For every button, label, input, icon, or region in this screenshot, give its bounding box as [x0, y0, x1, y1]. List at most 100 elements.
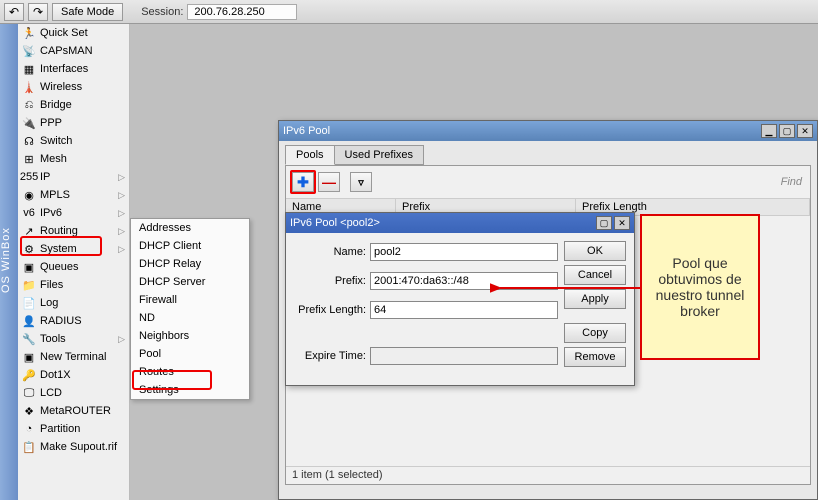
sidebar-item-label: IPv6	[40, 207, 62, 219]
name-input[interactable]	[370, 243, 558, 261]
vertical-brand-label: OS WinBox	[0, 24, 18, 500]
chevron-right-icon: ▷	[118, 190, 125, 201]
sidebar-item-switch[interactable]: ☊Switch	[18, 132, 129, 150]
sidebar-item-routing[interactable]: ↗Routing▷	[18, 222, 129, 240]
session-ip: 200.76.28.250	[187, 4, 297, 20]
sidebar-item-wireless[interactable]: 🗼 Wireless	[18, 78, 129, 96]
remove-button[interactable]: —	[318, 172, 340, 192]
prefix-label: Prefix:	[294, 275, 370, 287]
sidebar-item-ipv6[interactable]: v6IPv6▷	[18, 204, 129, 222]
sidebar-item-interfaces[interactable]: ▦Interfaces	[18, 60, 129, 78]
highlight-add: ✚	[290, 170, 316, 194]
sidebar-icon: ⎌	[22, 98, 36, 112]
sidebar-item-bridge[interactable]: ⎌Bridge	[18, 96, 129, 114]
sidebar-item-partition[interactable]: ◔ Partition	[18, 420, 129, 438]
sidebar-item-mesh[interactable]: ⊞ Mesh	[18, 150, 129, 168]
remove-pool-button[interactable]: Remove	[564, 347, 626, 367]
find-label[interactable]: Find	[781, 176, 806, 188]
ok-button[interactable]: OK	[564, 241, 626, 261]
prefix-input[interactable]	[370, 272, 558, 290]
form-area: Name: Prefix: Prefix Length: Expire Time…	[286, 233, 634, 375]
tab-used-prefixes[interactable]: Used Prefixes	[334, 145, 424, 165]
sidebar-item-capsman[interactable]: 📡 CAPsMAN	[18, 42, 129, 60]
sidebar-item-new-terminal[interactable]: ▣New Terminal	[18, 348, 129, 366]
prefix-length-input[interactable]	[370, 301, 558, 319]
dialog-close-button[interactable]: ✕	[614, 216, 630, 230]
sidebar-item-log[interactable]: 📄Log	[18, 294, 129, 312]
sidebar-item-label: System	[40, 243, 77, 255]
submenu-item-settings[interactable]: Settings	[131, 381, 249, 399]
submenu-item-pool[interactable]: Pool	[131, 345, 249, 363]
submenu-item-nd[interactable]: ND	[131, 309, 249, 327]
sidebar-item-radius[interactable]: 👤RADIUS	[18, 312, 129, 330]
sidebar-icon: v6	[22, 206, 36, 220]
sidebar-icon: 255	[22, 170, 36, 184]
undo-button[interactable]: ↶	[4, 3, 24, 21]
submenu-item-firewall[interactable]: Firewall	[131, 291, 249, 309]
status-bar: 1 item (1 selected)	[286, 466, 810, 484]
window-titlebar[interactable]: IPv6 Pool ▁ ▢ ✕	[279, 121, 817, 141]
sidebar-item-lcd[interactable]: 🖵LCD	[18, 384, 129, 402]
sidebar-item-label: Make Supout.rif	[40, 441, 117, 453]
sidebar-item-dot1x[interactable]: 🔑Dot1X	[18, 366, 129, 384]
sidebar-icon: ◉	[22, 188, 36, 202]
sidebar-item-make-supout.rif[interactable]: 📋 Make Supout.rif	[18, 438, 129, 456]
sidebar-item-quick-set[interactable]: 🏃 Quick Set	[18, 24, 129, 42]
safe-mode-button[interactable]: Safe Mode	[52, 3, 123, 21]
tab-pools[interactable]: Pools	[285, 145, 335, 165]
cancel-button[interactable]: Cancel	[564, 265, 626, 285]
dialog-titlebar[interactable]: IPv6 Pool <pool2> ▢ ✕	[286, 213, 634, 233]
add-button[interactable]: ✚	[292, 172, 314, 192]
chevron-right-icon: ▷	[118, 226, 125, 237]
submenu-item-addresses[interactable]: Addresses	[131, 219, 249, 237]
sidebar-item-label: Quick Set	[40, 27, 88, 39]
copy-button[interactable]: Copy	[564, 323, 626, 343]
close-button[interactable]: ✕	[797, 124, 813, 138]
sidebar-icon: 🔧	[22, 332, 36, 346]
sidebar-item-label: Queues	[40, 261, 79, 273]
chevron-right-icon: ▷	[118, 172, 125, 183]
top-toolbar: ↶ ↷ Safe Mode Session: 200.76.28.250	[0, 0, 818, 24]
sidebar-icon: ❖	[22, 404, 36, 418]
sidebar-item-label: CAPsMAN	[40, 45, 93, 57]
sidebar-item-ppp[interactable]: 🔌PPP	[18, 114, 129, 132]
sidebar-icon: 🏃	[22, 26, 36, 40]
sidebar-icon: 👤	[22, 314, 36, 328]
sidebar-item-files[interactable]: 📁Files	[18, 276, 129, 294]
expire-time-label: Expire Time:	[294, 350, 370, 362]
submenu-item-neighbors[interactable]: Neighbors	[131, 327, 249, 345]
sidebar-item-label: Dot1X	[40, 369, 71, 381]
minimize-button[interactable]: ▁	[761, 124, 777, 138]
sidebar-item-tools[interactable]: 🔧Tools▷	[18, 330, 129, 348]
filter-button[interactable]: ▿	[350, 172, 372, 192]
apply-button[interactable]: Apply	[564, 289, 626, 309]
sidebar-item-ip[interactable]: 255IP▷	[18, 168, 129, 186]
sidebar-item-label: Log	[40, 297, 58, 309]
sidebar-icon: ◔	[22, 422, 36, 436]
sidebar-icon: 📡	[22, 44, 36, 58]
redo-button[interactable]: ↷	[28, 3, 48, 21]
expire-time-input[interactable]	[370, 347, 558, 365]
sidebar-icon: ⚙	[22, 242, 36, 256]
sidebar-item-label: Partition	[40, 423, 80, 435]
submenu-item-routes[interactable]: Routes	[131, 363, 249, 381]
submenu-item-dhcp-client[interactable]: DHCP Client	[131, 237, 249, 255]
sidebar-icon: ⊞	[22, 152, 36, 166]
sidebar-item-mpls[interactable]: ◉MPLS▷	[18, 186, 129, 204]
sidebar-item-label: Mesh	[40, 153, 67, 165]
pool-edit-dialog: IPv6 Pool <pool2> ▢ ✕ Name: Prefix: Pref…	[285, 212, 635, 386]
maximize-button[interactable]: ▢	[779, 124, 795, 138]
dialog-maximize-button[interactable]: ▢	[596, 216, 612, 230]
sidebar-icon: 📋	[22, 440, 36, 454]
sidebar-item-label: Wireless	[40, 81, 82, 93]
submenu-item-dhcp-relay[interactable]: DHCP Relay	[131, 255, 249, 273]
sidebar-item-metarouter[interactable]: ❖MetaROUTER	[18, 402, 129, 420]
sidebar-icon: ▦	[22, 62, 36, 76]
sidebar-icon: 🗼	[22, 80, 36, 94]
plus-icon: ✚	[297, 174, 309, 191]
sidebar-item-queues[interactable]: ▣ Queues	[18, 258, 129, 276]
sidebar-item-label: Tools	[40, 333, 66, 345]
sidebar-icon: ▣	[22, 260, 36, 274]
sidebar-item-system[interactable]: ⚙System▷	[18, 240, 129, 258]
submenu-item-dhcp-server[interactable]: DHCP Server	[131, 273, 249, 291]
